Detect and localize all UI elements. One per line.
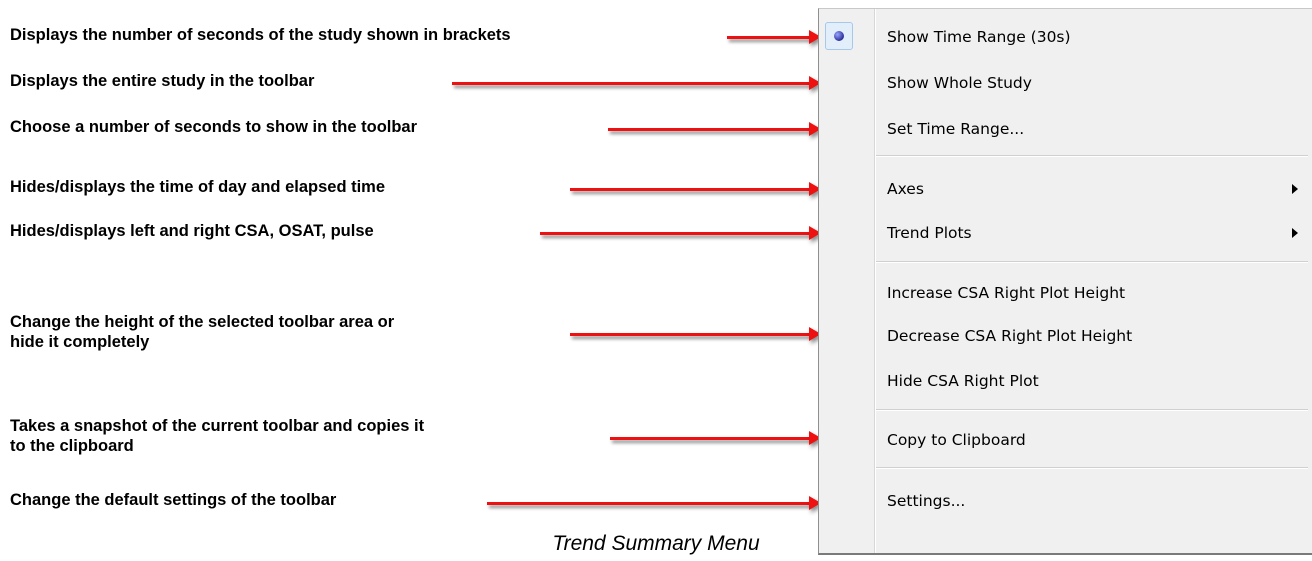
menu-separator — [876, 155, 1308, 157]
annotation-show-time-range: Displays the number of seconds of the st… — [10, 26, 511, 44]
annotation-settings: Change the default settings of the toolb… — [10, 491, 337, 509]
annotation-plot-height-line1: Change the height of the selected toolba… — [10, 313, 395, 331]
menu-item-copy-to-clipboard[interactable]: Copy to Clipboard — [887, 429, 1026, 451]
menu-item-settings[interactable]: Settings... — [887, 490, 965, 512]
menu-separator — [876, 409, 1308, 411]
annotation-set-time-range: Choose a number of seconds to show in th… — [10, 118, 418, 136]
menu-item-decrease-plot-height[interactable]: Decrease CSA Right Plot Height — [887, 325, 1132, 347]
menu-item-trend-plots[interactable]: Trend Plots — [887, 222, 972, 244]
figure-caption: Trend Summary Menu — [552, 532, 760, 555]
menu-separator — [876, 261, 1308, 263]
menu-item-increase-plot-height[interactable]: Increase CSA Right Plot Height — [887, 282, 1125, 304]
menu-item-show-whole-study[interactable]: Show Whole Study — [887, 72, 1032, 94]
menu-item-hide-plot[interactable]: Hide CSA Right Plot — [887, 370, 1039, 392]
menu-item-show-time-range[interactable]: Show Time Range (30s) — [887, 26, 1071, 48]
annotation-clipboard-line2: to the clipboard — [10, 437, 134, 455]
annotation-trend-plots: Hides/displays left and right CSA, OSAT,… — [10, 222, 374, 240]
radio-bullet-icon — [834, 31, 844, 41]
menu-item-axes[interactable]: Axes — [887, 178, 924, 200]
submenu-arrow-icon — [1292, 228, 1298, 238]
menu-item-set-time-range[interactable]: Set Time Range... — [887, 118, 1024, 140]
annotation-axes: Hides/displays the time of day and elaps… — [10, 178, 386, 196]
selected-item-indicator — [825, 22, 853, 50]
annotation-plot-height-line2: hide it completely — [10, 333, 150, 351]
submenu-arrow-icon — [1292, 184, 1298, 194]
trend-summary-context-menu: Show Time Range (30s) Show Whole Study S… — [818, 8, 1312, 555]
annotation-show-whole-study: Displays the entire study in the toolbar — [10, 72, 315, 90]
menu-separator — [876, 467, 1308, 469]
annotation-clipboard-line1: Takes a snapshot of the current toolbar … — [10, 417, 425, 435]
